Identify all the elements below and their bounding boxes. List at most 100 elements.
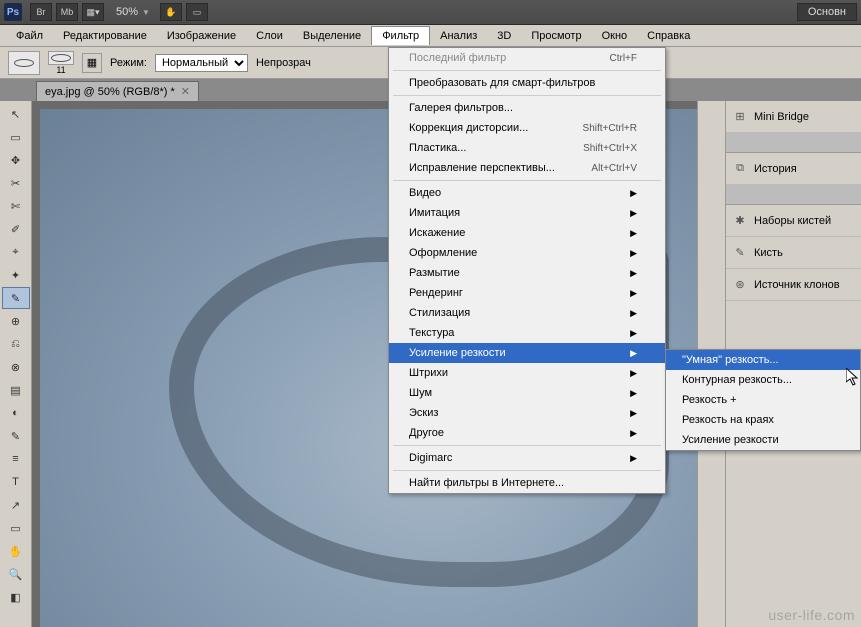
panel-icon: ⊛: [732, 277, 748, 293]
panel-mini-bridge[interactable]: ⊞Mini Bridge: [726, 101, 861, 133]
tool-9[interactable]: ⊕: [2, 310, 30, 332]
menu-фильтр[interactable]: Фильтр: [371, 26, 430, 45]
brush-panel-button[interactable]: ▦: [82, 53, 102, 73]
panel-icon: ✎: [732, 245, 748, 261]
tool-19[interactable]: ✋: [2, 540, 30, 562]
menu-item[interactable]: Пластика...Shift+Ctrl+X: [389, 138, 665, 158]
menu-item-label: Штрихи: [409, 367, 448, 379]
tool-10[interactable]: ⎌: [2, 333, 30, 355]
submenu-arrow-icon: ▶: [630, 208, 637, 219]
menu-редактирование[interactable]: Редактирование: [53, 27, 157, 45]
menu-item[interactable]: Digimarc▶: [389, 448, 665, 468]
minibridge-button[interactable]: Mb: [56, 3, 78, 21]
brush-preview[interactable]: [48, 51, 74, 65]
menu-слои[interactable]: Слои: [246, 27, 293, 45]
menu-item[interactable]: Эскиз▶: [389, 403, 665, 423]
tool-17[interactable]: ↗: [2, 494, 30, 516]
tool-2[interactable]: ✥: [2, 149, 30, 171]
submenu-arrow-icon: ▶: [630, 228, 637, 239]
menu-изображение[interactable]: Изображение: [157, 27, 246, 45]
menu-item[interactable]: Оформление ▶: [389, 243, 665, 263]
workspace-button[interactable]: Основн: [797, 3, 857, 21]
bridge-button[interactable]: Br: [30, 3, 52, 21]
menu-item[interactable]: Стилизация▶: [389, 303, 665, 323]
panel-icon: ⧉: [732, 161, 748, 177]
submenu-arrow-icon: ▶: [630, 248, 637, 259]
submenu-item[interactable]: "Умная" резкость...: [666, 350, 860, 370]
menu-item[interactable]: Галерея фильтров...: [389, 98, 665, 118]
menu-выделение[interactable]: Выделение: [293, 27, 371, 45]
menu-shortcut: Shift+Ctrl+X: [583, 143, 637, 154]
menu-окно[interactable]: Окно: [592, 27, 638, 45]
panel-история[interactable]: ⧉История: [726, 153, 861, 185]
menu-анализ[interactable]: Анализ: [430, 27, 487, 45]
menu-item-label: Галерея фильтров...: [409, 102, 513, 114]
submenu-item[interactable]: Усиление резкости: [666, 430, 860, 450]
close-icon[interactable]: ✕: [181, 85, 190, 98]
menu-item-label: Стилизация: [409, 307, 470, 319]
menu-shortcut: Shift+Ctrl+R: [583, 123, 637, 134]
mode-label: Режим:: [110, 57, 147, 69]
tool-7[interactable]: ✦: [2, 264, 30, 286]
menu-item[interactable]: Преобразовать для смарт-фильтров: [389, 73, 665, 93]
tool-11[interactable]: ⊗: [2, 356, 30, 378]
tool-14[interactable]: ✎: [2, 425, 30, 447]
tool-0[interactable]: ↖: [2, 103, 30, 125]
tool-18[interactable]: ▭: [2, 517, 30, 539]
menu-item[interactable]: Коррекция дисторсии... Shift+Ctrl+R: [389, 118, 665, 138]
tool-3[interactable]: ✂: [2, 172, 30, 194]
tool-5[interactable]: ✐: [2, 218, 30, 240]
menu-item[interactable]: Другое▶: [389, 423, 665, 443]
submenu-arrow-icon: ▶: [630, 368, 637, 379]
menu-файл[interactable]: Файл: [6, 27, 53, 45]
submenu-item[interactable]: Резкость +: [666, 390, 860, 410]
tool-16[interactable]: T: [2, 471, 30, 493]
menu-item[interactable]: Видео▶: [389, 183, 665, 203]
tool-15[interactable]: ≡: [2, 448, 30, 470]
menu-item[interactable]: Найти фильтры в Интернете...: [389, 473, 665, 493]
blend-mode-select[interactable]: Нормальный: [155, 54, 248, 72]
menu-item[interactable]: Имитация▶: [389, 203, 665, 223]
menu-item[interactable]: Искажение▶: [389, 223, 665, 243]
menu-item[interactable]: Усиление резкости▶: [389, 343, 665, 363]
menu-shortcut: Ctrl+F: [610, 53, 638, 64]
menu-item[interactable]: Штрихи ▶: [389, 363, 665, 383]
chevron-down-icon[interactable]: ▼: [142, 8, 150, 17]
tool-8[interactable]: ✎: [2, 287, 30, 309]
document-tab[interactable]: eya.jpg @ 50% (RGB/8*) * ✕: [36, 81, 199, 101]
menu-просмотр[interactable]: Просмотр: [521, 27, 591, 45]
menubar: ФайлРедактированиеИзображениеСлоиВыделен…: [0, 25, 861, 47]
tool-21[interactable]: ◧: [2, 586, 30, 608]
menu-item[interactable]: Размытие▶: [389, 263, 665, 283]
tool-4[interactable]: ✄: [2, 195, 30, 217]
menu-item[interactable]: Текстура▶: [389, 323, 665, 343]
tool-6[interactable]: ⌖: [2, 241, 30, 263]
brush-size-value: 11: [56, 65, 65, 75]
view-extras-button[interactable]: ▦▾: [82, 3, 104, 21]
panel-наборы-кистей[interactable]: ✱Наборы кистей: [726, 205, 861, 237]
sharpen-submenu: "Умная" резкость...Контурная резкость...…: [665, 349, 861, 451]
submenu-item[interactable]: Резкость на краях: [666, 410, 860, 430]
screen-mode-button[interactable]: ▭: [186, 3, 208, 21]
photoshop-logo-icon: Ps: [4, 3, 22, 21]
zoom-level[interactable]: 50%: [116, 6, 138, 18]
menu-item-label: Коррекция дисторсии...: [409, 122, 528, 134]
panel-источник-клонов[interactable]: ⊛Источник клонов: [726, 269, 861, 301]
tool-13[interactable]: ◐: [2, 402, 30, 424]
menu-справка[interactable]: Справка: [637, 27, 700, 45]
hand-button[interactable]: ✋: [160, 3, 182, 21]
tool-12[interactable]: ▤: [2, 379, 30, 401]
menu-item-label: Другое: [409, 427, 444, 439]
menu-item[interactable]: Рендеринг▶: [389, 283, 665, 303]
submenu-item[interactable]: Контурная резкость...: [666, 370, 860, 390]
titlebar: Ps Br Mb ▦▾ 50% ▼ ✋ ▭ Основн: [0, 0, 861, 25]
panel-кисть[interactable]: ✎Кисть: [726, 237, 861, 269]
tool-20[interactable]: 🔍: [2, 563, 30, 585]
brush-tool-icon[interactable]: [8, 51, 40, 75]
menu-item[interactable]: Шум▶: [389, 383, 665, 403]
menu-item[interactable]: Исправление перспективы...Alt+Ctrl+V: [389, 158, 665, 178]
menu-3d[interactable]: 3D: [487, 27, 521, 45]
opacity-label: Непрозрач: [256, 57, 311, 69]
tool-1[interactable]: ▭: [2, 126, 30, 148]
menu-item-label: Оформление: [409, 247, 477, 259]
